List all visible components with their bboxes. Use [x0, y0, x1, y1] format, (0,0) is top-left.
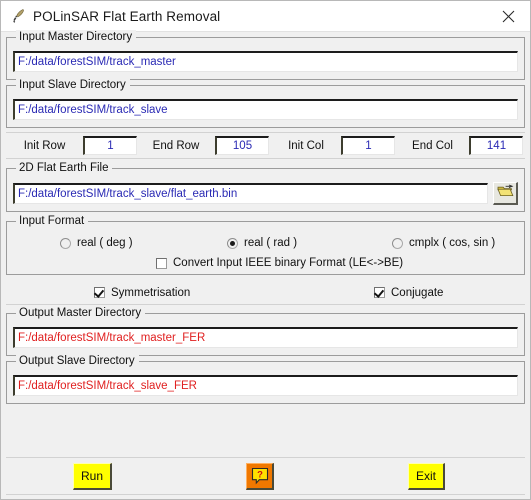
end-row-label: End Row — [152, 139, 200, 152]
group-output-master-directory: Output Master Directory F:/data/forestSI… — [6, 306, 525, 356]
radio-option-real-deg[interactable]: real ( deg ) — [13, 237, 227, 249]
group-title-output-master: Output Master Directory — [16, 306, 146, 320]
input-slave-directory-field[interactable]: F:/data/forestSIM/track_slave — [13, 99, 518, 120]
window-title: POLinSAR Flat Earth Removal — [33, 8, 221, 24]
exit-button[interactable]: Exit — [408, 462, 446, 490]
checkbox-label-symmetrisation: Symmetrisation — [111, 286, 191, 299]
svg-text:?: ? — [257, 469, 263, 480]
close-icon[interactable] — [486, 1, 530, 31]
browse-flat-earth-file-button[interactable] — [493, 182, 518, 205]
radio-icon-cmplx-cos-sin — [392, 237, 403, 249]
extent-end-row: End Row 105 — [137, 136, 271, 155]
checkbox-convert-ieee-binary[interactable]: Convert Input IEEE binary Format (LE<->B… — [156, 257, 518, 269]
extent-end-col: End Col 141 — [396, 136, 525, 155]
radio-option-cmplx-cos-sin[interactable]: cmplx ( cos, sin ) — [392, 237, 495, 249]
quill-pen-icon — [10, 8, 26, 24]
checkbox-label-convert-ieee: Convert Input IEEE binary Format (LE<->B… — [173, 257, 404, 269]
checkbox-icon-symmetrisation — [94, 287, 105, 298]
output-master-directory-field[interactable]: F:/data/forestSIM/track_master_FER — [13, 327, 518, 348]
input-master-directory-field[interactable]: F:/data/forestSIM/track_master — [13, 51, 518, 72]
group-title-output-slave: Output Slave Directory — [16, 354, 139, 368]
init-col-label: Init Col — [288, 139, 324, 152]
group-title-input-slave: Input Slave Directory — [16, 78, 130, 92]
init-row-label: Init Row — [23, 139, 66, 152]
extent-init-row: Init Row 1 — [6, 136, 137, 155]
radio-label-real-deg: real ( deg ) — [77, 237, 133, 249]
init-col-input[interactable]: 1 — [341, 136, 395, 155]
checkbox-icon-conjugate — [374, 287, 385, 298]
radio-label-cmplx-cos-sin: cmplx ( cos, sin ) — [409, 237, 496, 249]
group-title-input-master: Input Master Directory — [16, 30, 137, 44]
extents-row: Init Row 1 End Row 105 Init Col 1 End Co… — [6, 132, 525, 159]
open-folder-icon — [496, 184, 514, 203]
title-bar: POLinSAR Flat Earth Removal — [1, 1, 530, 32]
input-format-radio-group: real ( deg ) real ( rad ) cmplx ( cos, s… — [13, 237, 518, 249]
group-title-input-format: Input Format — [16, 214, 89, 228]
group-flat-earth-file: 2D Flat Earth File F:/data/forestSIM/tra… — [6, 161, 525, 212]
group-input-format: Input Format real ( deg ) real ( rad ) c… — [6, 214, 525, 275]
processing-options-row: Symmetrisation Conjugate — [6, 281, 525, 305]
checkbox-icon-convert-ieee — [156, 257, 167, 269]
group-output-slave-directory: Output Slave Directory F:/data/forestSIM… — [6, 354, 525, 404]
group-title-flat-earth-file: 2D Flat Earth File — [16, 161, 113, 175]
checkbox-label-conjugate: Conjugate — [391, 286, 444, 299]
radio-icon-real-rad — [227, 237, 238, 249]
dialog-button-bar: Run ? Exit — [6, 457, 525, 495]
end-col-input[interactable]: 141 — [469, 136, 523, 155]
end-row-input[interactable]: 105 — [215, 136, 269, 155]
extent-init-col: Init Col 1 — [271, 136, 396, 155]
end-col-label: End Col — [412, 139, 453, 152]
polinsar-flat-earth-removal-window: POLinSAR Flat Earth Removal Input Master… — [0, 0, 531, 500]
group-input-master-directory: Input Master Directory F:/data/forestSIM… — [6, 30, 525, 80]
dialog-body: Input Master Directory F:/data/forestSIM… — [1, 30, 530, 404]
radio-option-real-rad[interactable]: real ( rad ) — [227, 237, 392, 249]
radio-icon-real-deg — [60, 237, 71, 249]
init-row-input[interactable]: 1 — [83, 136, 137, 155]
checkbox-conjugate[interactable]: Conjugate — [374, 287, 443, 299]
help-bubble-icon: ? — [251, 467, 268, 484]
output-slave-directory-field[interactable]: F:/data/forestSIM/track_slave_FER — [13, 375, 518, 396]
group-input-slave-directory: Input Slave Directory F:/data/forestSIM/… — [6, 78, 525, 128]
run-button[interactable]: Run — [73, 462, 113, 490]
flat-earth-file-field[interactable]: F:/data/forestSIM/track_slave/flat_earth… — [13, 183, 488, 204]
radio-label-real-rad: real ( rad ) — [244, 237, 298, 249]
checkbox-symmetrisation[interactable]: Symmetrisation — [6, 287, 374, 299]
help-button[interactable]: ? — [246, 462, 275, 490]
